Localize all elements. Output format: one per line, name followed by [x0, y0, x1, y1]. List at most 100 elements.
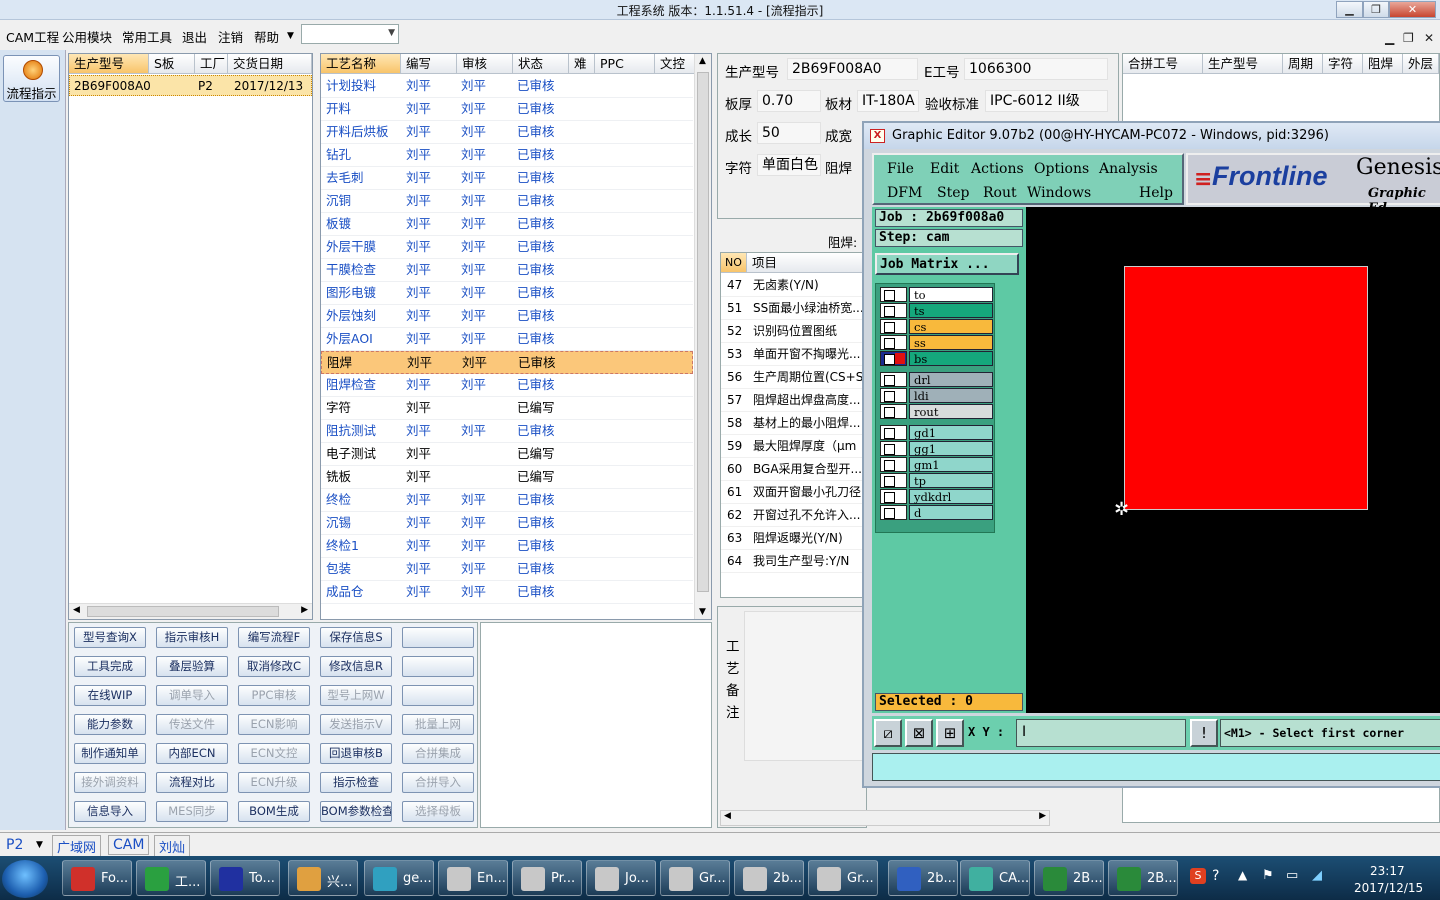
layer-checkbox[interactable]: [880, 505, 907, 520]
col-outer[interactable]: 外层: [1403, 54, 1439, 74]
col-doc-control[interactable]: 文控: [655, 54, 695, 74]
table-row[interactable]: 外层干膜 刘平 刘平 已审核: [321, 236, 693, 259]
table-row[interactable]: 计划投料 刘平 刘平 已审核: [321, 75, 693, 98]
col-writer[interactable]: 编写: [401, 54, 457, 74]
table-row[interactable]: 开料后烘板 刘平 刘平 已审核: [321, 121, 693, 144]
char-field[interactable]: 单面白色: [757, 154, 821, 176]
table-row[interactable]: 沉铜 刘平 刘平 已审核: [321, 190, 693, 213]
list-item[interactable]: 47 无卤素(Y/N): [721, 274, 865, 297]
action-button[interactable]: 传送文件: [156, 714, 228, 735]
list-item[interactable]: 62 开窗过孔不允许入...: [721, 504, 865, 527]
table-row[interactable]: 2B69F008A0 P2 2017/12/13: [69, 75, 312, 96]
menu-actions[interactable]: Actions: [971, 161, 1024, 177]
table-row[interactable]: 铣板 刘平 已编写: [321, 466, 693, 489]
action-button[interactable]: 流程对比: [156, 772, 228, 793]
col-model[interactable]: 生产型号: [1203, 54, 1283, 74]
col-item[interactable]: 项目: [747, 253, 865, 273]
taskbar-item[interactable]: 兴...: [288, 860, 358, 896]
col-merge-no[interactable]: 合拼工号: [1123, 54, 1203, 74]
action-button[interactable]: ECN影响: [238, 714, 310, 735]
material-field[interactable]: IT-180A: [857, 90, 919, 112]
table-row[interactable]: 成品仓 刘平 刘平 已审核: [321, 581, 693, 604]
tray-network-icon[interactable]: ▭: [1286, 868, 1298, 883]
menu-overflow-arrow-icon[interactable]: ▼: [287, 31, 294, 41]
menu-windows[interactable]: Windows: [1027, 185, 1091, 201]
menu-rout[interactable]: Rout: [983, 185, 1017, 201]
taskbar-item[interactable]: 2B...: [1034, 860, 1104, 896]
scroll-left-icon[interactable]: ◀: [724, 811, 731, 821]
length-field[interactable]: 50: [757, 122, 821, 144]
table-row[interactable]: 终检 刘平 刘平 已审核: [321, 489, 693, 512]
col-delivery-date[interactable]: 交货日期: [228, 54, 312, 74]
layer-item[interactable]: ydkdrl: [909, 489, 993, 504]
col-factory[interactable]: 工厂: [195, 54, 228, 74]
job-matrix-button[interactable]: Job Matrix ...: [875, 253, 1019, 275]
action-button[interactable]: 保存信息S: [320, 627, 392, 648]
layer-item[interactable]: ldi: [909, 388, 993, 403]
col-no[interactable]: NO: [721, 253, 747, 273]
tray-arrow-icon[interactable]: ▲: [1238, 868, 1247, 882]
minimize-button[interactable]: ▁: [1336, 1, 1363, 18]
layer-checkbox[interactable]: [880, 287, 907, 302]
table-row[interactable]: 钻孔 刘平 刘平 已审核: [321, 144, 693, 167]
alert-icon[interactable]: !: [1190, 719, 1218, 747]
col-status[interactable]: 状态: [513, 54, 569, 74]
col-model[interactable]: 生产型号: [69, 54, 149, 74]
action-button[interactable]: ECN文控: [238, 743, 310, 764]
list-item[interactable]: 61 双面开窗最小孔刀径: [721, 481, 865, 504]
layer-checkbox[interactable]: [880, 335, 907, 350]
standard-field[interactable]: IPC-6012 II级: [985, 90, 1108, 112]
horizontal-scrollbar[interactable]: ◀ ▶: [69, 603, 312, 619]
taskbar-item[interactable]: To...: [210, 860, 280, 896]
list-item[interactable]: 59 最大阻焊厚度（μm: [721, 435, 865, 458]
table-row[interactable]: 开料 刘平 刘平 已审核: [321, 98, 693, 121]
action-button[interactable]: ECN升级: [238, 772, 310, 793]
layer-checkbox[interactable]: [880, 388, 907, 403]
model-field[interactable]: 2B69F008A0: [787, 58, 918, 80]
mdi-restore-icon[interactable]: ❐: [1403, 31, 1414, 45]
layer-checkbox[interactable]: [880, 489, 907, 504]
table-row[interactable]: 终检1 刘平 刘平 已审核: [321, 535, 693, 558]
taskbar-item[interactable]: 2b...: [888, 860, 958, 896]
scroll-thumb[interactable]: [697, 72, 709, 592]
layer-item[interactable]: ts: [909, 303, 993, 318]
scroll-right-icon[interactable]: ▶: [301, 605, 308, 615]
tab-cam[interactable]: CAM: [108, 835, 150, 855]
col-process-name[interactable]: 工艺名称: [321, 54, 401, 74]
col-cycle[interactable]: 周期: [1283, 54, 1323, 74]
taskbar-item[interactable]: 工...: [136, 860, 206, 896]
table-row[interactable]: 阻焊检查 刘平 刘平 已审核: [321, 374, 693, 397]
action-button[interactable]: 内部ECN: [156, 743, 228, 764]
tab-user[interactable]: 刘灿: [154, 835, 191, 858]
action-button[interactable]: BOM生成: [238, 801, 310, 822]
scroll-thumb[interactable]: [87, 606, 279, 617]
list-item[interactable]: 57 阻焊超出焊盘高度...: [721, 389, 865, 412]
scroll-left-icon[interactable]: ◀: [73, 605, 80, 615]
col-ppc[interactable]: PPC: [595, 54, 655, 74]
table-row[interactable]: 电子测试 刘平 已编写: [321, 443, 693, 466]
action-button[interactable]: 取消修改C: [238, 656, 310, 677]
action-button[interactable]: 选择母板: [402, 801, 474, 822]
scroll-up-icon[interactable]: ▲: [699, 56, 706, 66]
close-button[interactable]: ✕: [1389, 1, 1436, 18]
layer-item[interactable]: ss: [909, 335, 993, 350]
clock-time[interactable]: 23:17: [1370, 864, 1405, 878]
col-mask[interactable]: 阻焊: [1363, 54, 1403, 74]
menu-common-tools[interactable]: 常用工具: [122, 27, 172, 46]
menu-public-module[interactable]: 公用模块: [62, 27, 112, 46]
table-row[interactable]: 沉锡 刘平 刘平 已审核: [321, 512, 693, 535]
flow-instruction-button[interactable]: 流程指示: [3, 55, 60, 102]
taskbar-item[interactable]: Jo...: [586, 860, 656, 896]
horizontal-scrollbar[interactable]: ◀ ▶: [720, 810, 1050, 826]
layer-checkbox[interactable]: [880, 441, 907, 456]
menu-dfm[interactable]: DFM: [887, 185, 922, 201]
action-button[interactable]: 编写流程F: [238, 627, 310, 648]
action-button[interactable]: 工具完成: [74, 656, 146, 677]
layer-checkbox[interactable]: [880, 425, 907, 440]
action-button[interactable]: 制作通知单: [74, 743, 146, 764]
table-row[interactable]: 外层AOI 刘平 刘平 已审核: [321, 328, 693, 351]
action-button[interactable]: 叠层验算: [156, 656, 228, 677]
layer-item[interactable]: gd1: [909, 425, 993, 440]
action-button[interactable]: 在线WIP: [74, 685, 146, 706]
scroll-down-icon[interactable]: ▼: [699, 607, 706, 617]
